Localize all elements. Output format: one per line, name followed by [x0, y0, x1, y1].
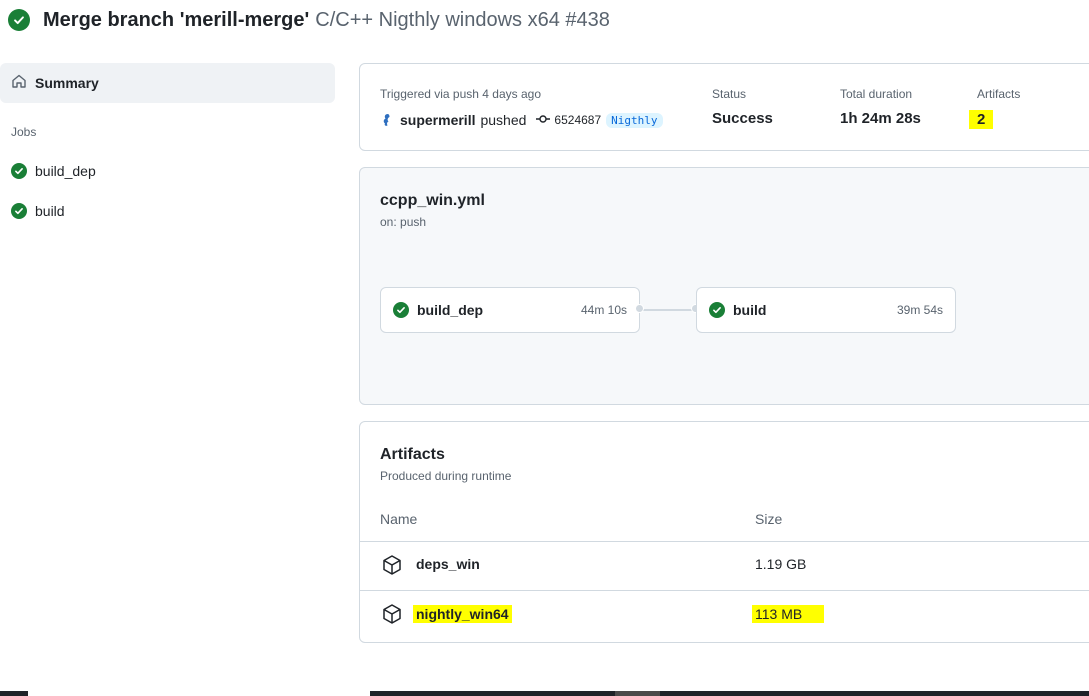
bottom-strip-segment [0, 691, 28, 696]
graph-connector-dot [635, 304, 644, 313]
check-circle-icon [11, 163, 27, 179]
check-circle-icon [8, 9, 30, 31]
status-label: Status [712, 87, 747, 101]
package-icon [381, 554, 403, 581]
git-commit-icon [536, 112, 551, 129]
column-header-size: Size [755, 511, 783, 527]
package-icon [381, 603, 403, 630]
sidebar-job-build-dep[interactable]: build_dep [11, 160, 96, 182]
artifact-row: nightly_win64 113 MB [360, 590, 1089, 638]
trigger-text: Triggered via push 4 days ago [380, 87, 541, 101]
bottom-strip [0, 691, 1089, 696]
branch-label[interactable]: Nigthly [606, 112, 663, 128]
bottom-strip-segment [615, 691, 660, 696]
status-value: Success [712, 110, 773, 127]
run-subtitle: C/C++ Nigthly windows x64 #438 [315, 8, 610, 31]
graph-job-build[interactable]: build 39m 54s [696, 287, 956, 333]
duration-value: 1h 24m 28s [840, 110, 921, 127]
artifact-name-link[interactable]: nightly_win64 [413, 605, 512, 623]
actor-link[interactable]: supermerill [400, 112, 475, 128]
duration-label: Total duration [840, 87, 913, 101]
artifacts-card: Artifacts Produced during runtime Name S… [359, 421, 1089, 643]
duration-section: Total duration 1h 24m 28s [840, 87, 921, 127]
check-circle-icon [11, 203, 27, 219]
sidebar-job-label: build [35, 203, 65, 219]
bottom-strip-segment [660, 691, 1089, 696]
run-header: Merge branch 'merill-merge' C/C++ Nigthl… [8, 5, 610, 35]
artifacts-title: Artifacts [380, 446, 445, 463]
graph-job-name: build [733, 302, 767, 318]
jobs-heading: Jobs [11, 125, 37, 139]
sidebar-item-summary[interactable]: Summary [0, 63, 335, 103]
bottom-strip-segment [370, 691, 615, 696]
check-circle-icon [709, 302, 725, 318]
graph-job-duration: 44m 10s [580, 303, 627, 317]
artifact-name-link[interactable]: deps_win [416, 556, 480, 572]
graph-job-duration: 39m 54s [896, 303, 943, 317]
artifact-size: 113 MB [752, 605, 825, 623]
run-summary-card: Triggered via push 4 days ago supermeril… [359, 63, 1089, 151]
run-title: Merge branch 'merill-merge' [43, 8, 310, 31]
artifacts-count-section: Artifacts 2 [969, 87, 1021, 129]
workflow-trigger: on: push [380, 215, 427, 229]
artifacts-count-value[interactable]: 2 [969, 110, 994, 129]
sidebar-job-build[interactable]: build [11, 200, 65, 222]
push-info: supermerill pushed 6524687 Nigthly [380, 110, 663, 130]
action-text: pushed [480, 112, 527, 128]
artifact-size: 1.19 GB [755, 556, 807, 572]
commit-sha-link[interactable]: 6524687 [554, 113, 601, 127]
check-circle-icon [393, 302, 409, 318]
artifacts-count-label: Artifacts [977, 87, 1021, 101]
graph-job-name: build_dep [417, 302, 484, 318]
artifacts-subtitle: Produced during runtime [380, 469, 512, 483]
graph-connector [640, 309, 696, 311]
column-header-name: Name [380, 511, 418, 527]
workflow-graph-card: ccpp_win.yml on: push build_dep 44m 10s … [359, 167, 1089, 405]
home-icon [11, 73, 27, 94]
graph-job-build-dep[interactable]: build_dep 44m 10s [380, 287, 640, 333]
artifact-row: deps_win 1.19 GB [360, 541, 1089, 589]
sidebar-item-label: Summary [35, 75, 99, 91]
status-section: Status Success [712, 87, 773, 127]
avatar[interactable] [380, 113, 394, 127]
workflow-file-name[interactable]: ccpp_win.yml [380, 192, 485, 210]
sidebar-job-label: build_dep [35, 163, 96, 179]
